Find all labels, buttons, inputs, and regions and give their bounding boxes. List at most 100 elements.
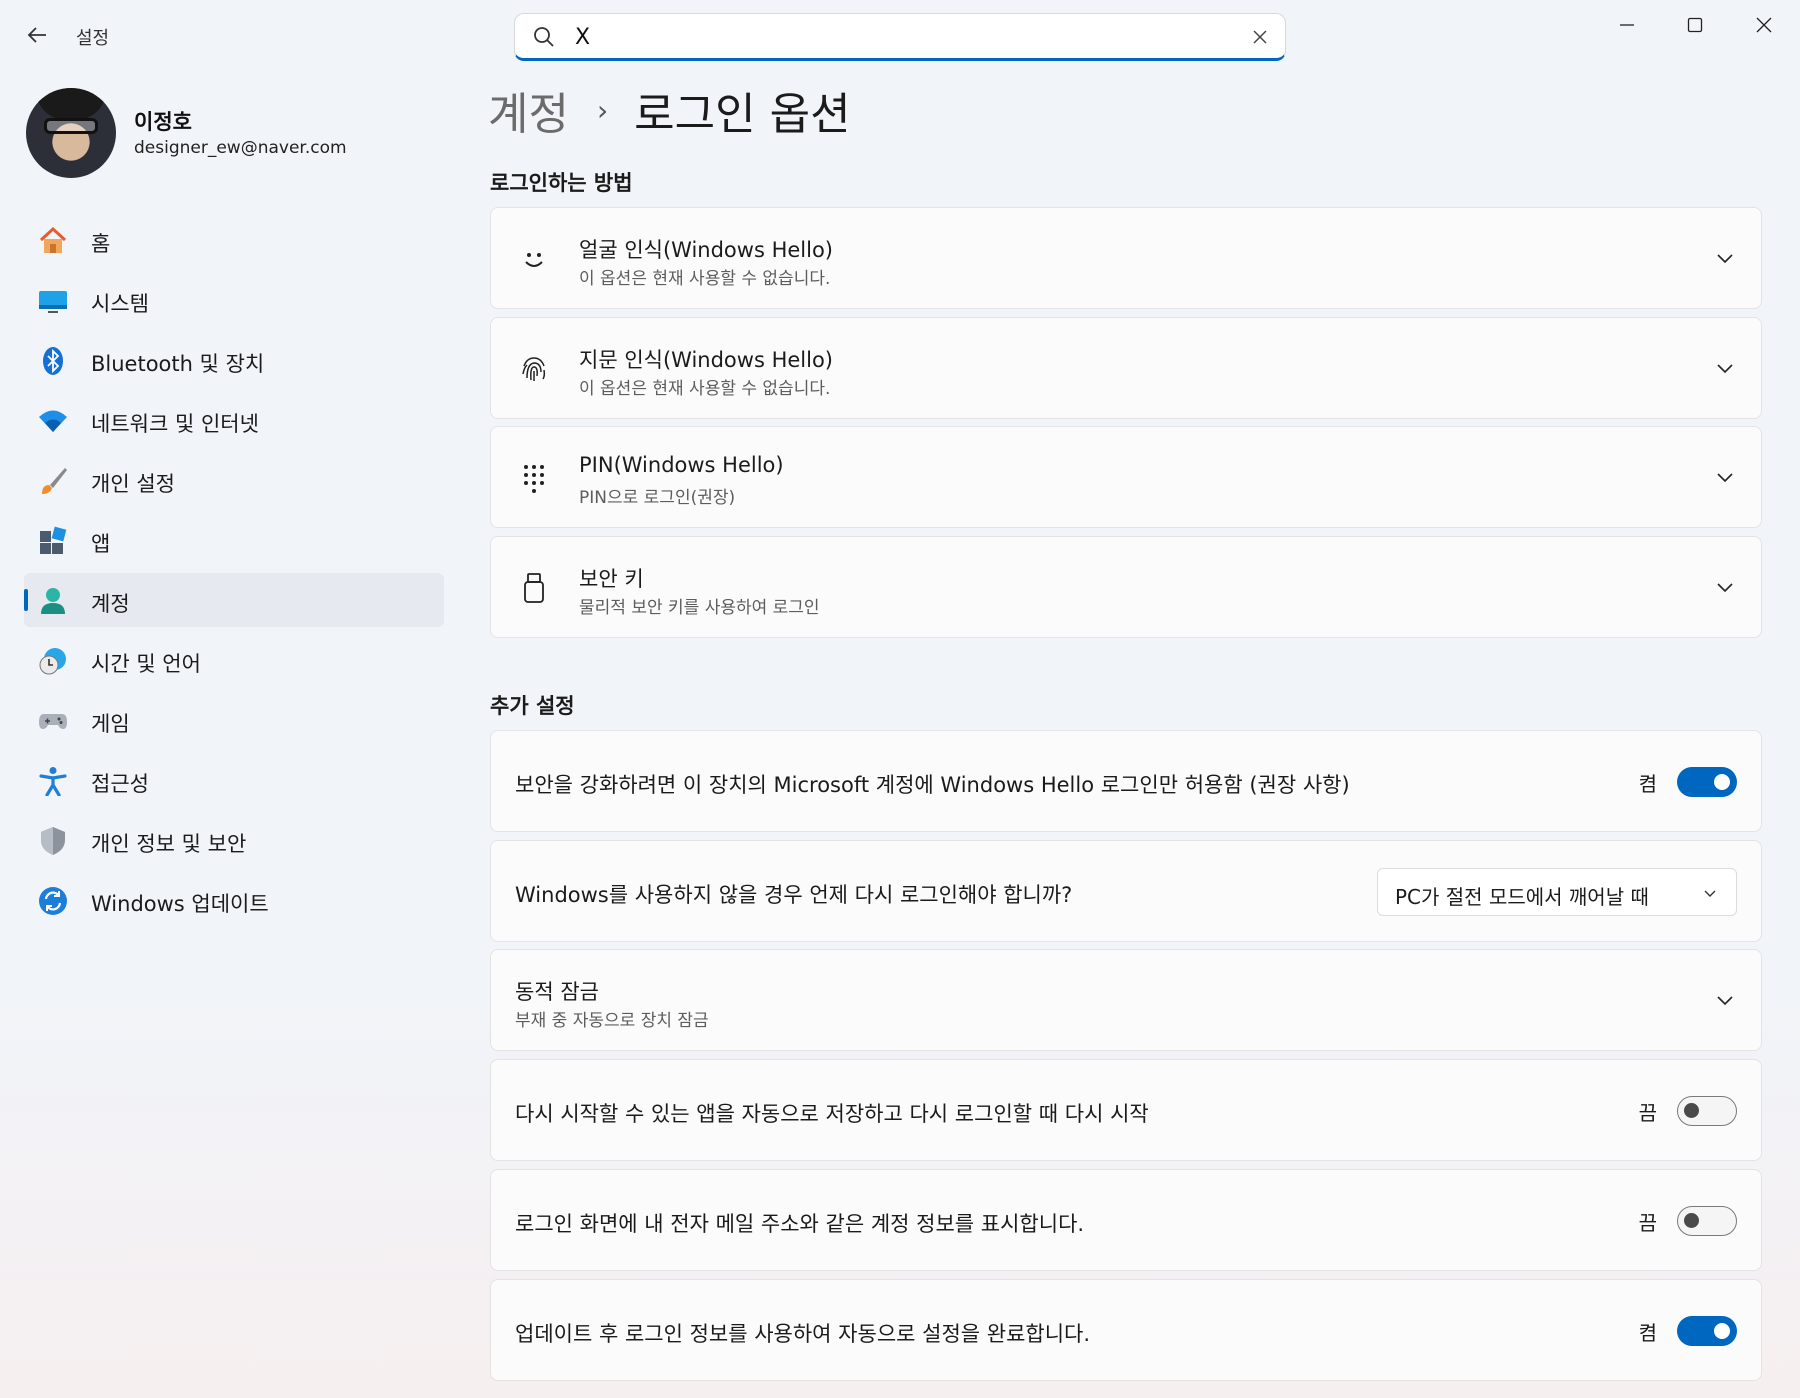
breadcrumb-separator: › (596, 93, 609, 127)
maximize-button[interactable] (1672, 10, 1718, 40)
bluetooth-icon (38, 346, 68, 376)
toggle-state-label: 끔 (1638, 1100, 1657, 1125)
shield-icon (38, 826, 68, 856)
sidebar-item-gaming[interactable]: 게임 (24, 693, 444, 747)
clear-search-icon[interactable] (1251, 28, 1269, 46)
sidebar-item-system[interactable]: 시스템 (24, 273, 444, 327)
card-dynamic-lock[interactable]: 동적 잠금 부재 중 자동으로 장치 잠금 (490, 949, 1762, 1051)
sidebar-item-time-language[interactable]: 시간 및 언어 (24, 633, 444, 687)
require-signin-dropdown[interactable]: PC가 절전 모드에서 깨어날 때 (1377, 868, 1737, 916)
setting-label: 보안을 강화하려면 이 장치의 Microsoft 계정에 Windows He… (515, 773, 1350, 797)
fingerprint-icon (517, 352, 551, 386)
account-icon (38, 586, 68, 616)
card-face-recognition[interactable]: 얼굴 인식(Windows Hello) 이 옵션은 현재 사용할 수 없습니다… (490, 207, 1762, 309)
close-button[interactable] (1741, 10, 1787, 40)
user-email: designer_ew@naver.com (134, 138, 347, 158)
back-button[interactable] (22, 20, 52, 50)
sidebar-item-privacy-security[interactable]: 개인 정보 및 보안 (24, 813, 444, 867)
home-icon (38, 226, 68, 256)
accessibility-icon (38, 766, 68, 796)
card-auto-finish-setup: 업데이트 후 로그인 정보를 사용하여 자동으로 설정을 완료합니다. 켬 (490, 1279, 1762, 1381)
card-hello-only-signin: 보안을 강화하려면 이 장치의 Microsoft 계정에 Windows He… (490, 730, 1762, 832)
card-title: PIN(Windows Hello) (579, 453, 784, 477)
section-title-sign-in-methods: 로그인하는 방법 (490, 171, 633, 195)
card-title: 동적 잠금 (515, 980, 599, 1004)
apps-icon (38, 526, 68, 556)
sidebar-item-accessibility[interactable]: 접근성 (24, 753, 444, 807)
clock-globe-icon (38, 646, 68, 676)
search-icon (534, 27, 554, 47)
search-input[interactable] (575, 22, 1215, 52)
app-title: 설정 (76, 28, 110, 49)
setting-label: 업데이트 후 로그인 정보를 사용하여 자동으로 설정을 완료합니다. (515, 1322, 1091, 1346)
setting-label: Windows를 사용하지 않을 경우 언제 다시 로그인해야 합니까? (515, 883, 1073, 907)
minimize-button[interactable] (1604, 10, 1650, 40)
keypad-icon (517, 461, 551, 495)
card-security-key[interactable]: 보안 키 물리적 보안 키를 사용하여 로그인 (490, 536, 1762, 638)
chevron-down-icon[interactable] (1715, 467, 1735, 487)
chevron-down-icon[interactable] (1715, 358, 1735, 378)
title-bar: 설정 (0, 0, 1800, 72)
sidebar-item-windows-update[interactable]: Windows 업데이트 (24, 873, 444, 927)
restart-apps-toggle[interactable] (1677, 1096, 1737, 1126)
section-title-additional-settings: 추가 설정 (490, 694, 575, 718)
sidebar-item-network[interactable]: 네트워크 및 인터넷 (24, 393, 444, 447)
toggle-group: 끔 (1639, 1206, 1737, 1236)
sidebar-item-label: 접근성 (91, 772, 149, 796)
setting-label: 다시 시작할 수 있는 앱을 자동으로 저장하고 다시 로그인할 때 다시 시작 (515, 1102, 1149, 1126)
toggle-state-label: 켬 (1638, 771, 1657, 796)
system-icon (38, 286, 68, 316)
sidebar-item-label: 개인 설정 (91, 472, 175, 496)
sidebar-item-label: 시스템 (91, 292, 149, 316)
toggle-state-label: 켬 (1638, 1320, 1657, 1345)
card-subtitle: PIN으로 로그인(권장) (579, 488, 736, 508)
toggle-group: 켬 (1639, 1316, 1737, 1346)
card-subtitle: 부재 중 자동으로 장치 잠금 (515, 1011, 709, 1031)
card-require-signin: Windows를 사용하지 않을 경우 언제 다시 로그인해야 합니까? PC가… (490, 840, 1762, 942)
hello-only-toggle[interactable] (1677, 767, 1737, 797)
avatar (26, 88, 116, 178)
card-fingerprint[interactable]: 지문 인식(Windows Hello) 이 옵션은 현재 사용할 수 없습니다… (490, 317, 1762, 419)
toggle-group: 켬 (1639, 767, 1737, 797)
sidebar-nav: 홈 시스템 Bluetooth 및 장치 네트워크 및 인터넷 개인 설정 앱 (24, 213, 444, 933)
sidebar-item-bluetooth[interactable]: Bluetooth 및 장치 (24, 333, 444, 387)
breadcrumb-parent[interactable]: 계정 (488, 78, 569, 142)
chevron-down-icon[interactable] (1715, 248, 1735, 268)
sidebar-item-home[interactable]: 홈 (24, 213, 444, 267)
sidebar-item-label: Windows 업데이트 (91, 892, 269, 916)
sidebar-item-personalization[interactable]: 개인 설정 (24, 453, 444, 507)
close-icon (1756, 17, 1772, 33)
chevron-down-icon (1704, 890, 1716, 897)
sidebar-item-label: 게임 (91, 712, 130, 736)
chevron-down-icon[interactable] (1715, 577, 1735, 597)
user-profile[interactable]: 이정호 designer_ew@naver.com (26, 88, 446, 178)
card-subtitle: 물리적 보안 키를 사용하여 로그인 (579, 598, 820, 618)
sidebar-item-accounts[interactable]: 계정 (24, 573, 444, 627)
sidebar-item-label: 계정 (91, 592, 130, 616)
card-title: 지문 인식(Windows Hello) (579, 348, 833, 372)
sidebar-item-label: 개인 정보 및 보안 (91, 832, 247, 856)
card-restart-apps: 다시 시작할 수 있는 앱을 자동으로 저장하고 다시 로그인할 때 다시 시작… (490, 1059, 1762, 1161)
show-account-toggle[interactable] (1677, 1206, 1737, 1236)
chevron-down-icon[interactable] (1715, 990, 1735, 1010)
avatar-cap (36, 88, 106, 120)
sidebar-item-label: 앱 (91, 532, 111, 556)
card-subtitle: 이 옵션은 현재 사용할 수 없습니다. (579, 269, 831, 289)
card-pin[interactable]: PIN(Windows Hello) PIN으로 로그인(권장) (490, 426, 1762, 528)
avatar-glasses (44, 118, 98, 134)
sidebar-item-label: 네트워크 및 인터넷 (91, 412, 259, 436)
maximize-icon (1687, 17, 1703, 33)
usb-key-icon (517, 571, 551, 605)
card-show-account-details: 로그인 화면에 내 전자 메일 주소와 같은 계정 정보를 표시합니다. 끔 (490, 1169, 1762, 1271)
auto-finish-toggle[interactable] (1677, 1316, 1737, 1346)
face-icon (517, 242, 551, 276)
gamepad-icon (38, 706, 68, 736)
card-title: 보안 키 (579, 567, 644, 591)
sidebar-item-apps[interactable]: 앱 (24, 513, 444, 567)
page-title: 로그인 옵션 (634, 89, 851, 140)
toggle-group: 끔 (1639, 1096, 1737, 1126)
search-box[interactable] (514, 13, 1286, 61)
brush-icon (38, 466, 68, 496)
setting-label: 로그인 화면에 내 전자 메일 주소와 같은 계정 정보를 표시합니다. (515, 1212, 1085, 1236)
card-title: 얼굴 인식(Windows Hello) (579, 238, 833, 262)
